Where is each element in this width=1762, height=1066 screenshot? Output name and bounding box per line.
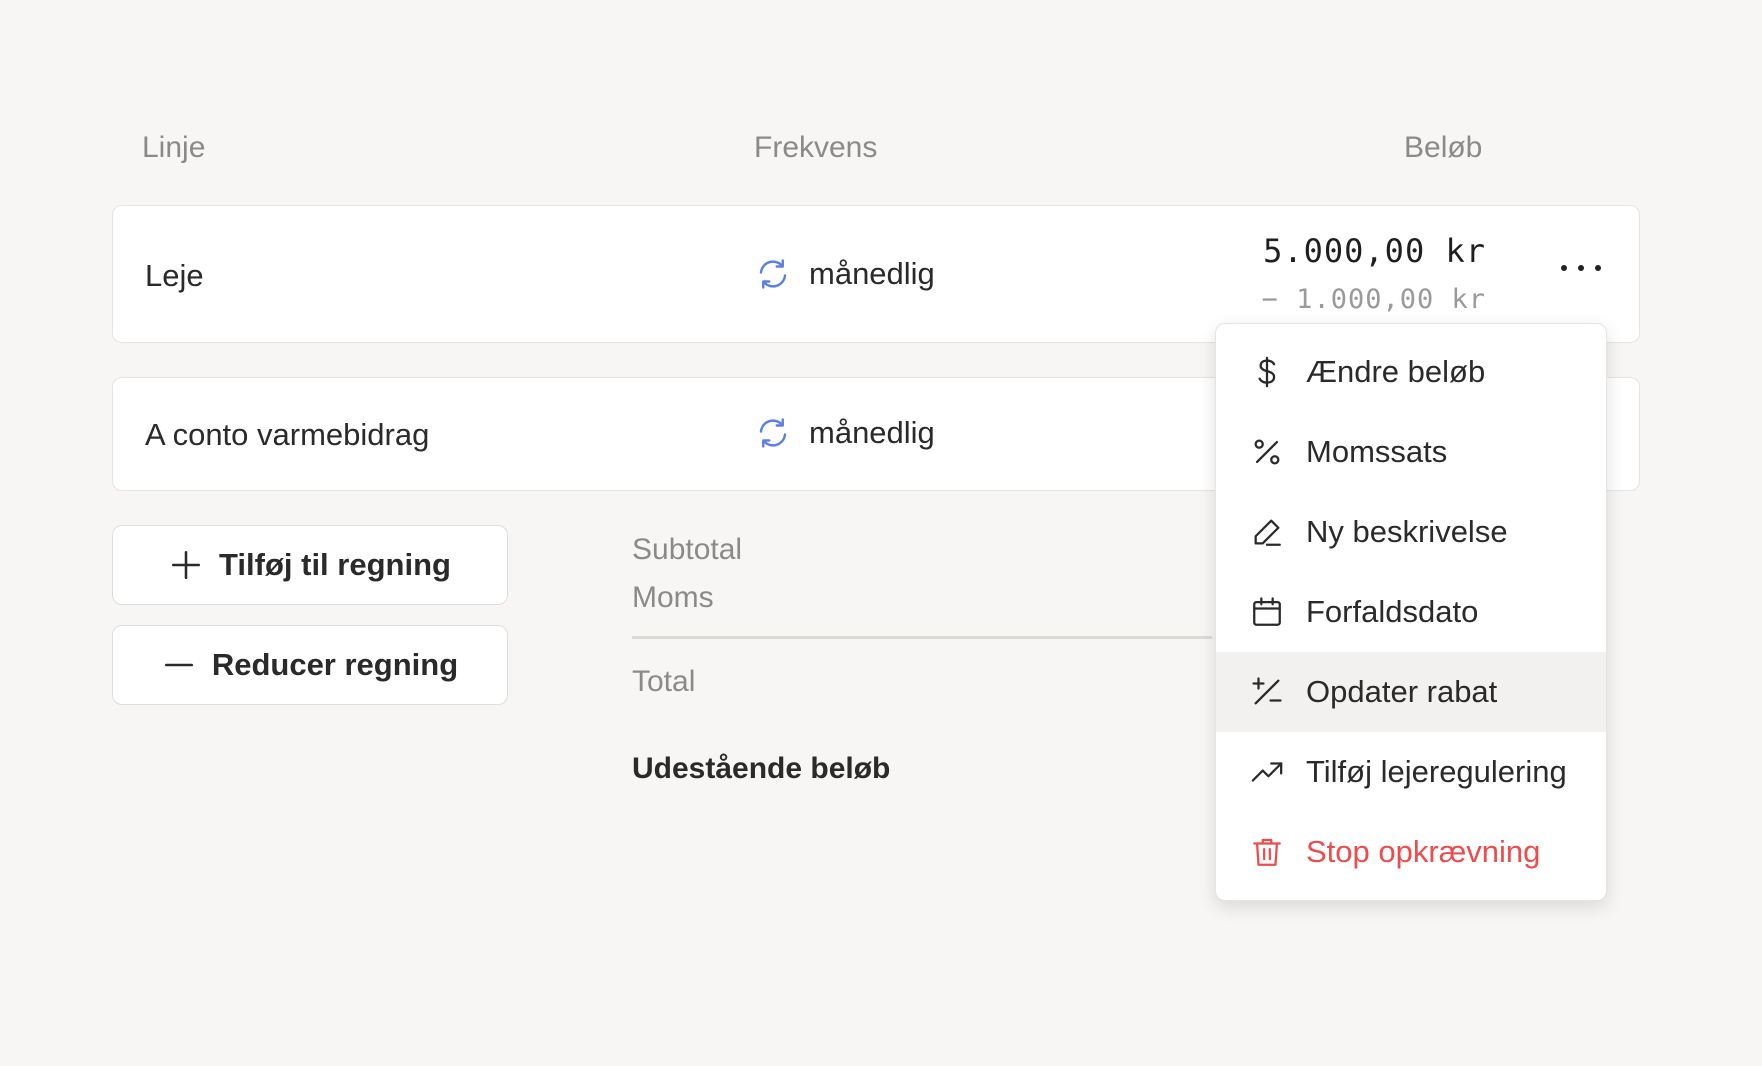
row-name: A conto varmebidrag (145, 417, 430, 452)
menu-item-update-discount[interactable]: Opdater rabat (1216, 652, 1606, 732)
summary-divider (632, 636, 1212, 639)
menu-item-label: Forfaldsdato (1306, 594, 1479, 629)
menu-item-new-description[interactable]: Ny beskrivelse (1216, 492, 1606, 572)
minus-icon (164, 663, 193, 667)
row-frequency: månedlig (755, 256, 935, 292)
reduce-bill-label: Reducer regning (211, 647, 459, 682)
reduce-bill-button[interactable]: Reducer regning (112, 625, 508, 705)
more-options-icon[interactable] (1561, 258, 1601, 278)
column-header-amount: Beløb (1404, 131, 1483, 164)
recurring-icon (759, 259, 787, 289)
menu-item-stop-charge[interactable]: Stop opkrævning (1216, 812, 1606, 892)
trending-up-icon (1251, 762, 1283, 782)
menu-item-label: Ny beskrivelse (1306, 514, 1508, 549)
add-to-bill-button[interactable]: Tilføj til regning (112, 525, 508, 605)
discount-value: − 1.000,00 kr (1261, 284, 1486, 315)
frequency-label: månedlig (809, 256, 935, 291)
menu-item-vat-rate[interactable]: Momssats (1216, 412, 1606, 492)
menu-item-label: Ændre beløb (1306, 354, 1486, 389)
pencil-icon (1254, 519, 1281, 546)
menu-item-label: Opdater rabat (1306, 674, 1498, 709)
row-frequency: månedlig (755, 415, 935, 451)
column-header-frequency: Frekvens (754, 131, 878, 164)
menu-item-label: Momssats (1306, 434, 1448, 469)
row-actions-menu: Ændre beløb Momssats Ny beskrivelse Forf… (1215, 323, 1607, 901)
column-header-line: Linje (142, 131, 206, 164)
menu-item-add-rent-adjustment[interactable]: Tilføj lejeregulering (1216, 732, 1606, 812)
trash-icon (1253, 838, 1281, 866)
recurring-icon (759, 418, 787, 448)
vat-label: Moms (632, 581, 714, 614)
plus-icon (172, 550, 201, 580)
menu-item-change-amount[interactable]: Ændre beløb (1216, 332, 1606, 412)
outstanding-label: Udestående beløb (632, 752, 891, 785)
subtotal-label: Subtotal (632, 533, 743, 566)
calendar-icon (1253, 597, 1281, 626)
menu-item-due-date[interactable]: Forfaldsdato (1216, 572, 1606, 652)
menu-item-label: Tilføj lejeregulering (1306, 754, 1567, 789)
plus-minus-icon (1252, 677, 1282, 705)
add-to-bill-label: Tilføj til regning (219, 547, 451, 582)
frequency-label: månedlig (809, 415, 935, 450)
menu-item-label: Stop opkrævning (1306, 834, 1541, 869)
row-name: Leje (145, 258, 204, 293)
percent-icon (1254, 439, 1280, 465)
amount-value: 5.000,00 kr (1263, 232, 1486, 270)
dollar-icon (1258, 356, 1276, 388)
total-label: Total (632, 665, 696, 698)
